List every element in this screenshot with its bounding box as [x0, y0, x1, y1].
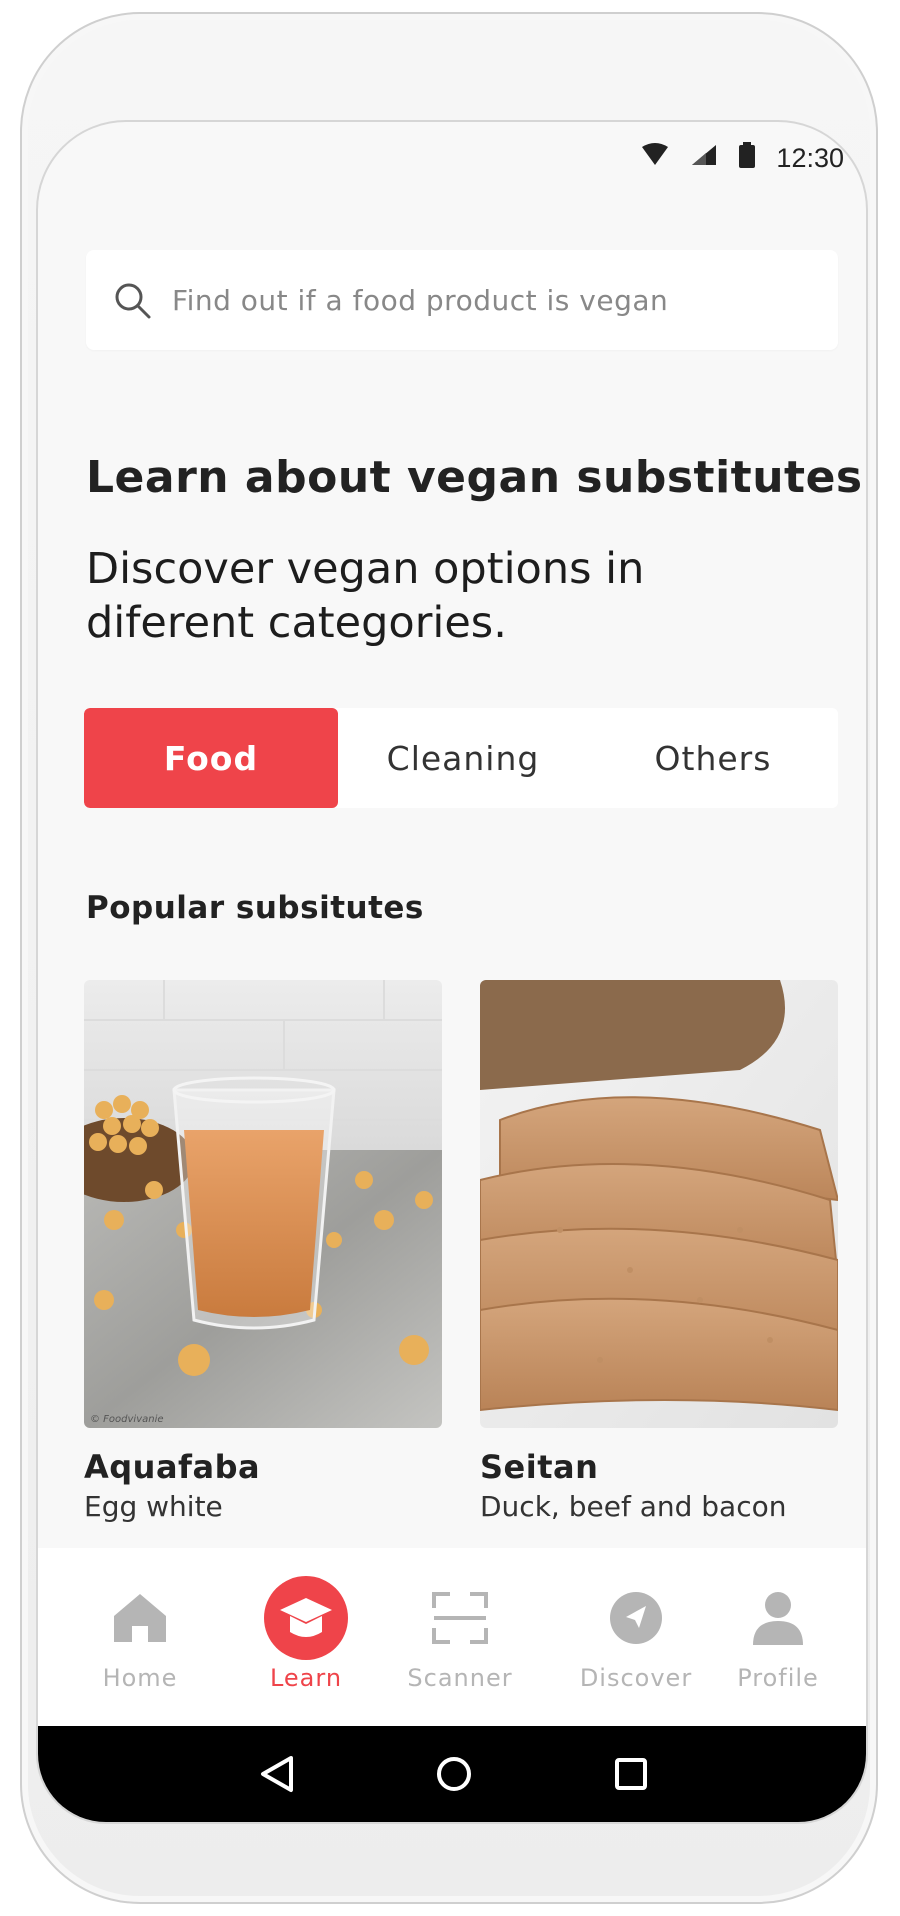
- nav-label: Learn: [269, 1664, 343, 1692]
- tab-others[interactable]: Others: [588, 708, 838, 808]
- bottom-navigation: Home Learn Scanner Discover Profile: [38, 1548, 866, 1726]
- person-icon: [736, 1576, 820, 1660]
- battery-icon: [738, 141, 756, 175]
- system-navigation-bar: [38, 1726, 866, 1822]
- recents-square-icon: [615, 1758, 648, 1790]
- home-icon: [98, 1576, 182, 1660]
- card-subtitle: Egg white: [84, 1490, 223, 1523]
- page-subtitle: Discover vegan options in diferent categ…: [86, 544, 645, 648]
- substitute-card-aquafaba[interactable]: © Foodvivanie Aquafaba Egg white: [84, 980, 442, 1523]
- app-screen: 12:30 Learn about vegan substitutes Disc…: [36, 120, 868, 1824]
- card-subtitle: Duck, beef and bacon: [480, 1490, 787, 1523]
- nav-label: Profile: [737, 1664, 819, 1692]
- nav-profile[interactable]: Profile: [698, 1548, 858, 1726]
- nav-learn[interactable]: Learn: [226, 1548, 386, 1726]
- home-button[interactable]: [424, 1744, 484, 1804]
- section-title: Popular subsitutes: [86, 890, 424, 926]
- search-input[interactable]: [170, 282, 794, 318]
- tab-food[interactable]: Food: [84, 708, 338, 808]
- nav-label: Home: [102, 1664, 178, 1692]
- status-bar: 12:30: [640, 140, 844, 176]
- graduation-cap-icon: [264, 1576, 348, 1660]
- nav-home[interactable]: Home: [60, 1548, 220, 1726]
- category-tabs: Food Cleaning Others: [84, 708, 838, 808]
- substitute-card-seitan[interactable]: Seitan Duck, beef and bacon: [480, 980, 838, 1523]
- image-watermark: © Foodvivanie: [90, 1414, 164, 1425]
- compass-icon: [594, 1576, 678, 1660]
- nav-label: Discover: [579, 1664, 693, 1692]
- nav-discover[interactable]: Discover: [556, 1548, 716, 1726]
- page-title: Learn about vegan substitutes: [86, 452, 863, 503]
- sliced-seitan-image: [480, 980, 838, 1428]
- back-button[interactable]: [247, 1744, 307, 1804]
- wifi-icon: [640, 142, 670, 174]
- card-title: Seitan: [480, 1448, 599, 1486]
- card-title: Aquafaba: [84, 1448, 261, 1486]
- recents-button[interactable]: [601, 1744, 661, 1804]
- signal-icon: [690, 143, 718, 174]
- nav-scanner[interactable]: Scanner: [380, 1548, 540, 1726]
- search-bar[interactable]: [86, 250, 838, 350]
- back-triangle-icon: [260, 1756, 293, 1792]
- search-icon: [115, 283, 151, 319]
- tab-cleaning[interactable]: Cleaning: [338, 708, 588, 808]
- glass-of-chickpea-water-image: © Foodvivanie: [84, 980, 442, 1428]
- clock: 12:30: [776, 142, 844, 173]
- home-circle-icon: [436, 1757, 471, 1791]
- nav-label: Scanner: [407, 1664, 513, 1692]
- scanner-icon: [418, 1576, 502, 1660]
